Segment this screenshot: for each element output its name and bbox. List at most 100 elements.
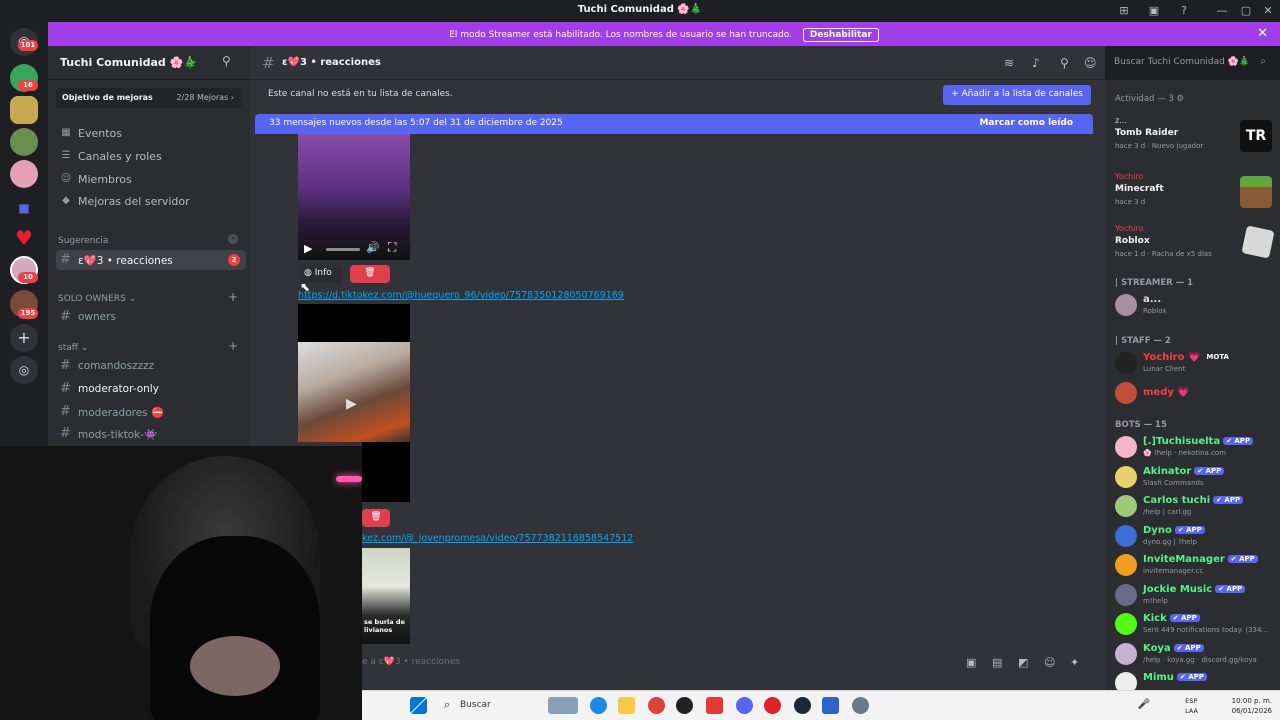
video-thumbnail[interactable] [298, 342, 410, 442]
add-to-channel-list-button[interactable]: + Añadir a la lista de canales [943, 85, 1091, 105]
pin-icon[interactable]: ⚲ [1060, 56, 1069, 70]
edge-icon[interactable] [590, 697, 607, 714]
member-list: Actividad — 3 ⚙ z... Tomb Raider hace 3 … [1105, 80, 1280, 694]
apps-icon[interactable]: ✦ [1070, 656, 1079, 669]
discord-icon[interactable] [736, 697, 753, 714]
taskbar-search[interactable]: ⌕ Buscar [442, 696, 562, 716]
tiktok-link[interactable]: kez.com/@_jovenpromesa/video/75773821168… [362, 533, 633, 544]
volume-icon[interactable]: 🔊 [366, 241, 380, 254]
member-list-icon[interactable]: ☺ [1084, 56, 1097, 70]
add-channel-icon[interactable]: + [228, 290, 238, 304]
member-item[interactable]: a... Roblox [1113, 292, 1278, 320]
member-status: 🌸 !help · nekotina.com [1143, 449, 1226, 457]
tiktok-link[interactable]: https://d.tiktokez.com/@huequero_96/vide… [298, 290, 624, 301]
member-item[interactable]: Akinator ✔ APP Slash Commands [1113, 464, 1278, 492]
add-member-icon[interactable]: ⚲ [222, 54, 231, 68]
member-item[interactable]: Yochiro 💗 MOTA Lunar Client [1113, 350, 1278, 378]
add-server-icon[interactable]: + [10, 324, 38, 352]
category-sugerencia[interactable]: Sugerencia [58, 236, 108, 246]
member-item[interactable]: medy 💗 [1113, 380, 1278, 408]
member-item[interactable]: InviteManager ✔ APP invitemanager.cc [1113, 552, 1278, 580]
category-staff[interactable]: staff ⌄ [58, 343, 88, 353]
nav-members[interactable]: ☺ Miembros [58, 170, 244, 190]
channel-not-in-list-notice: Este canal no está en tu lista de canale… [268, 89, 453, 99]
discover-icon[interactable]: ◎ [10, 356, 38, 384]
activity-card[interactable]: Yochiro Minecraft hace 3 d [1111, 170, 1276, 216]
banner-close-icon[interactable]: ✕ [1257, 26, 1268, 41]
folder-icon[interactable]: ■ [10, 194, 38, 222]
member-name: Dyno ✔ APP [1143, 525, 1205, 536]
pink-light [336, 476, 362, 482]
avatar [1115, 436, 1137, 458]
mute-bell-icon[interactable]: ♪ [1032, 56, 1040, 70]
activity-card[interactable]: z... Tomb Raider hace 3 d · Nuevo jugado… [1111, 114, 1276, 160]
server-icon[interactable] [10, 128, 38, 156]
server-header[interactable]: Tuchi Comunidad 🌸🎄 ⌄ ⚲ [48, 46, 250, 80]
channel-mods-tiktok[interactable]: # mods-tiktok-👾 [56, 424, 246, 444]
windows-start-icon[interactable] [410, 697, 427, 714]
channel-reacciones[interactable]: # ε💖3 • reacciones 2 [56, 250, 246, 270]
maximize-button[interactable]: ▢ [1238, 3, 1254, 19]
server-search-input[interactable]: Buscar Tuchi Comunidad 🌸🎄 ⌕ [1108, 52, 1272, 72]
chrome-icon[interactable] [648, 697, 665, 714]
steam-icon[interactable] [794, 697, 811, 714]
delete-button[interactable]: 🗑 [362, 509, 390, 527]
threads-icon[interactable]: ≋ [1004, 56, 1014, 70]
nav-events[interactable]: ▦ Eventos [58, 124, 244, 144]
hash-icon: # [60, 252, 71, 267]
sticker-icon[interactable]: ◩ [1018, 656, 1028, 669]
member-item[interactable]: Dyno ✔ APP dyno.gg | ?help [1113, 523, 1278, 551]
language-indicator[interactable]: ESP LAA [1185, 696, 1198, 716]
message-composer[interactable]: e a ε💖3 • reacciones ▣ ▤ ◩ ☺ ✦ [362, 652, 1097, 674]
inbox-icon[interactable]: ⊞ [1116, 3, 1132, 19]
microphone-icon[interactable]: 🎤 [1138, 699, 1150, 710]
banner-text: El modo Streamer está habilitado. Los no… [449, 30, 793, 40]
heart-server-icon[interactable]: ♥ [10, 224, 38, 252]
play-icon[interactable]: ▶ [304, 242, 312, 255]
gif-icon[interactable]: ▤ [992, 656, 1002, 669]
mark-as-read-button[interactable]: Marcar como leído [979, 118, 1073, 128]
widget-icon[interactable] [548, 697, 578, 714]
video-progress-bar[interactable] [326, 248, 360, 251]
member-item[interactable]: Carlos tuchi ✔ APP/help | carl.gg [1113, 493, 1278, 521]
new-messages-bar[interactable]: 33 mensajes nuevos desde las 5:07 del 31… [255, 114, 1093, 134]
video-thumbnail[interactable]: se burla de livianos [362, 548, 410, 644]
boost-goal[interactable]: Objetivo de mejoras 2/28 Mejoras › [56, 88, 242, 108]
nav-channels-roles[interactable]: ☰ Canales y roles [58, 147, 244, 167]
member-item[interactable]: Koya ✔ APP/help · koya.gg · discord.gg/ko… [1113, 641, 1278, 669]
obs-icon[interactable] [676, 697, 693, 714]
fullscreen-icon[interactable]: ⛶ [388, 240, 396, 255]
play-icon[interactable]: ▶ [346, 396, 357, 412]
file-explorer-icon[interactable] [618, 697, 635, 714]
settings-icon[interactable] [852, 697, 869, 714]
channel-comandos[interactable]: # comandoszzzz [56, 356, 246, 376]
app-icon[interactable] [822, 697, 839, 714]
member-item[interactable]: [.]Tuchisuelta ✔ APP 🌸 !help · nekotina.co… [1113, 434, 1278, 462]
clock[interactable]: 10:00 p. m. 06/01/2026 [1232, 696, 1272, 716]
nav-server-boost[interactable]: ◆ Mejoras del servidor [58, 192, 244, 212]
screen-icon[interactable]: ▣ [1146, 3, 1162, 19]
delete-button[interactable]: 🗑 [350, 265, 390, 283]
app-tag: ✔ APP [1169, 614, 1200, 622]
close-icon[interactable]: ✕ [228, 234, 238, 244]
member-item[interactable]: Jockie Music ✔ APP m!help [1113, 582, 1278, 610]
channel-owners[interactable]: # owners [56, 307, 246, 327]
close-window-button[interactable]: ✕ [1260, 3, 1276, 19]
chat-area: Este canal no está en tu lista de canale… [250, 80, 1105, 690]
activity-card[interactable]: Yochiro Roblox hace 1 d · Racha de x5 dí… [1111, 222, 1276, 268]
channel-moderator-only[interactable]: # moderator-only [56, 379, 246, 399]
emoji-icon[interactable]: ☺ [1044, 656, 1055, 669]
member-item[interactable]: Kick ✔ APP Sent 449 notifications today. (… [1113, 611, 1278, 639]
server-icon[interactable] [10, 160, 38, 188]
help-icon[interactable]: ? [1176, 3, 1192, 19]
category-solo-owners[interactable]: SOLO OWNERS ⌄ [58, 294, 136, 304]
server-icon[interactable] [10, 96, 38, 124]
channel-moderadores[interactable]: # moderadores ⛔ [56, 402, 246, 422]
app-icon[interactable] [706, 697, 723, 714]
opera-icon[interactable] [764, 697, 781, 714]
minimize-button[interactable]: — [1214, 3, 1230, 19]
disable-streamer-button[interactable]: Deshabilitar [802, 28, 879, 42]
add-channel-icon[interactable]: + [228, 339, 238, 353]
member-name: Kick ✔ APP [1143, 613, 1200, 624]
gift-icon[interactable]: ▣ [966, 656, 976, 669]
